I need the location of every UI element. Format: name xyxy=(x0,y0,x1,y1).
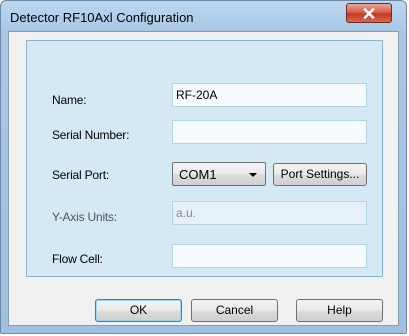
flow-cell-label: Flow Cell: xyxy=(52,252,103,266)
close-button[interactable] xyxy=(346,3,392,23)
flow-cell-field[interactable] xyxy=(172,244,367,268)
name-field[interactable]: RF-20A xyxy=(172,83,367,107)
window-title: Detector RF10Axl Configuration xyxy=(10,10,194,25)
ok-button[interactable]: OK xyxy=(95,299,182,322)
serial-port-value: COM1 xyxy=(179,167,217,182)
cancel-button[interactable]: Cancel xyxy=(191,299,278,322)
chevron-down-icon xyxy=(249,173,257,177)
settings-group xyxy=(26,40,383,277)
serial-number-label: Serial Number: xyxy=(52,128,130,142)
serial-port-label: Serial Port: xyxy=(52,168,109,182)
help-button[interactable]: Help xyxy=(296,299,383,322)
serial-port-select[interactable]: COM1 xyxy=(172,162,266,186)
serial-number-field[interactable] xyxy=(172,120,367,144)
title-bar[interactable]: Detector RF10Axl Configuration xyxy=(1,1,406,33)
port-settings-button[interactable]: Port Settings... xyxy=(273,163,367,186)
close-icon xyxy=(363,7,375,19)
y-axis-units-label: Y-Axis Units: xyxy=(52,210,117,224)
name-label: Name: xyxy=(52,93,87,107)
y-axis-units-field: a.u. xyxy=(172,201,367,225)
